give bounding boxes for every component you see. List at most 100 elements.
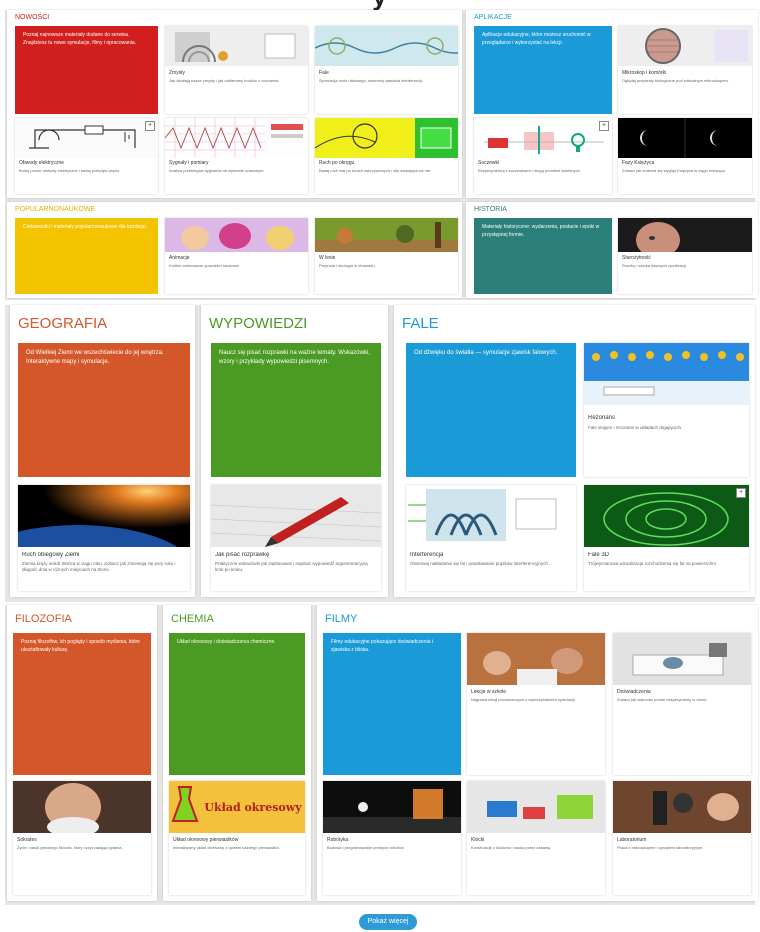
card-title: Obwody elektryczne <box>19 160 65 166</box>
card-desc: Krótkie animowane opowieści naukowe. <box>169 263 240 268</box>
card-wypowiedzi-1[interactable]: Jak pisać rozprawkę Praktyczne wskazówki… <box>211 485 381 591</box>
card-chemia-1[interactable]: Układ okresowy Układ okresowy pierwiastk… <box>169 781 305 895</box>
green-rings-icon: + <box>584 485 749 547</box>
intro-historia[interactable]: Materiały historyczne: wydarzenia, posta… <box>474 218 612 294</box>
statue-face-icon <box>618 218 752 252</box>
card-title: Fale 3D <box>588 552 610 558</box>
interference-demo-icon <box>406 485 576 547</box>
panel-title-popularnonaukowe[interactable]: POPULARNONAUKOWE <box>15 206 95 213</box>
card-filmy-1[interactable]: Lekcje w szkole Nagrania lekcji prowadzo… <box>467 633 605 775</box>
card-popularnonaukowe-2[interactable]: W lesie Przyroda i ekologia w obrazach. <box>315 218 458 294</box>
intro-fale[interactable]: Od dźwięku do światła — symulacje zjawis… <box>406 343 576 477</box>
cartoon-icon <box>165 218 308 252</box>
card-nowosci-1[interactable]: Zmysły Jak działają nasze zmysły i jak o… <box>165 26 308 114</box>
panel-title-aplikacje[interactable]: APLIKACJE <box>474 14 512 21</box>
intro-geografia[interactable]: Od Wielkiej Ziemi we wszechświecie do je… <box>18 343 190 477</box>
card-nowosci-4[interactable]: Sygnały i pomiary Analiza przebiegów syg… <box>165 118 308 194</box>
card-title: Doświadczenia <box>617 689 651 695</box>
panel-nowosci: NOWOŚCI Poznaj najnowsze materiały dodan… <box>7 10 462 198</box>
moon-phases-icon <box>618 118 752 158</box>
card-aplikacje-3[interactable]: Fazy Księżyca Zobacz jak zmienia się wyg… <box>618 118 752 194</box>
card-desc: Ziemia krąży wokół Słońca w ciągu roku. … <box>22 561 176 573</box>
card-title: W lesie <box>319 255 336 261</box>
card-title: Ruch obiegowy Ziemi <box>22 552 80 558</box>
card-filmy-4[interactable]: Klocki Konstrukcje z klocków i nauka prz… <box>467 781 605 895</box>
forest-scene-icon <box>315 218 458 252</box>
intro-aplikacje[interactable]: Aplikacje edukacyjne, które możesz uruch… <box>474 26 612 114</box>
panel-title-filozofia[interactable]: FILOZOFIA <box>15 613 72 625</box>
intro-chemia[interactable]: Układ okresowy i doświadczenia chemiczne… <box>169 633 305 775</box>
top-heading-fragment: y <box>0 0 760 10</box>
card-nowosci-5[interactable]: Ruch po okręgu Badaj ruch ciał po torach… <box>315 118 458 194</box>
panel-title-filmy[interactable]: FILMY <box>325 613 357 625</box>
circuit-icon: + <box>15 118 158 158</box>
show-more-button[interactable]: Pokaż więcej <box>359 914 417 930</box>
card-title: Mikroskop i komórki <box>622 70 667 76</box>
row-2: GEOGRAFIA Od Wielkiej Ziemi we wszechświ… <box>5 305 755 602</box>
lab-work-icon <box>613 633 751 685</box>
panel-title-wypowiedzi[interactable]: WYPOWIEDZI <box>209 315 307 332</box>
panel-filmy: FILMY Filmy edukacyjne pokazujące doświa… <box>317 605 758 901</box>
robot-parts-icon <box>323 781 461 833</box>
card-title: Starożytność <box>622 255 651 261</box>
panel-chemia: CHEMIA Układ okresowy i doświadczenia ch… <box>163 605 311 901</box>
card-title: Sokrates <box>17 837 37 843</box>
card-fale-3d[interactable]: + Fale 3D Trójwymiarowa wizualizacja roz… <box>584 485 749 591</box>
card-historia-1[interactable]: Starożytność Rzeźby i sztuka dawnych cyw… <box>618 218 752 294</box>
card-title: Animacje <box>169 255 190 261</box>
card-title: Układ okresowy pierwiastków <box>173 837 239 843</box>
panel-title-geografia[interactable]: GEOGRAFIA <box>18 315 107 332</box>
card-nowosci-2[interactable]: Fale Symulacja ruchu falowego, obserwuj … <box>315 26 458 114</box>
optics-icon: + <box>474 118 612 158</box>
panel-title-nowosci[interactable]: NOWOŚCI <box>15 14 49 21</box>
intro-nowosci[interactable]: Poznaj najnowsze materiały dodane do ser… <box>15 26 158 114</box>
card-title: Zmysły <box>169 70 185 76</box>
card-desc: Fale stojące i rezonans w układach drgaj… <box>588 425 683 430</box>
card-desc: Rzeźby i sztuka dawnych cywilizacji. <box>622 263 687 268</box>
card-filmy-3[interactable]: Robotyka Budowa i programowanie prostych… <box>323 781 461 895</box>
intro-wypowiedzi[interactable]: Naucz się pisać rozprawki na ważne temat… <box>211 343 381 477</box>
card-desc: Praktyczne wskazówki jak zaplanować i na… <box>215 561 368 573</box>
card-title: Sygnały i pomiary <box>169 160 209 166</box>
card-desc: Życie i nauki greckiego filozofa, który … <box>17 845 123 850</box>
pen-paper-icon <box>211 485 381 547</box>
card-desc: Oglądaj preparaty biologiczne pod wirtua… <box>622 78 729 83</box>
card-filmy-2[interactable]: Doświadczenia Zobacz jak wykonać proste … <box>613 633 751 775</box>
card-title: Interferencja <box>410 552 444 558</box>
card-title: Rezonans <box>588 415 616 421</box>
card-filozofia-1[interactable]: Sokrates Życie i nauki greckiego filozof… <box>13 781 151 895</box>
panel-title-chemia[interactable]: CHEMIA <box>171 613 214 625</box>
circle-motion-icon <box>315 118 458 158</box>
periodic-table-image-text: Układ okresowy <box>204 801 302 814</box>
panel-title-historia[interactable]: HISTORIA <box>474 206 507 213</box>
card-desc: Zobacz jak zmienia się wygląd Księżyca w… <box>622 168 726 173</box>
card-aplikacje-2[interactable]: + Soczewki Eksperymentuj z soczewkami i … <box>474 118 612 194</box>
card-fale-rezonans[interactable]: Rezonans Fale stojące i rezonans w układ… <box>584 343 749 477</box>
row-1: NOWOŚCI Poznaj najnowsze materiały dodan… <box>5 10 758 300</box>
card-desc: Zobacz jak wykonać proste eksperymenty w… <box>617 697 708 702</box>
panel-historia: HISTORIA Materiały historyczne: wydarzen… <box>466 202 758 298</box>
card-aplikacje-1[interactable]: Mikroskop i komórki Oglądaj preparaty bi… <box>618 26 752 114</box>
card-desc: Obserwuj nakładanie się fal i powstawani… <box>410 561 550 566</box>
card-geografia-1[interactable]: Ruch obiegowy Ziemi Ziemia krąży wokół S… <box>18 485 190 591</box>
expand-icon[interactable]: + <box>599 121 609 131</box>
card-desc: Jak działają nasze zmysły i jak odbieram… <box>169 78 280 83</box>
card-nowosci-3[interactable]: + Obwody elektryczne Buduj proste obwody… <box>15 118 158 194</box>
card-title: Soczewki <box>478 160 500 166</box>
intro-filozofia[interactable]: Poznaj filozofów, ich poglądy i sposób m… <box>13 633 151 775</box>
intro-filmy[interactable]: Filmy edukacyjne pokazujące doświadczeni… <box>323 633 461 775</box>
card-title: Fazy Księżyca <box>622 160 655 166</box>
card-title: Fale <box>319 70 329 76</box>
panel-aplikacje: APLIKACJE Aplikacje edukacyjne, które mo… <box>466 10 758 198</box>
intro-popularnonaukowe[interactable]: Ciekawostki i materiały popularnonaukowe… <box>15 218 158 294</box>
panel-fale: FALE Od dźwięku do światła — symulacje z… <box>394 305 755 597</box>
card-filmy-5[interactable]: Laboratorium Praca z mikroskopem i sprzę… <box>613 781 751 895</box>
card-desc: Analiza przebiegów sygnałów na wykresie … <box>169 168 265 173</box>
expand-icon[interactable]: + <box>736 488 746 498</box>
pendulum-row-icon <box>584 343 749 405</box>
card-fale-interferencja[interactable]: Interferencja Obserwuj nakładanie się fa… <box>406 485 576 591</box>
card-popularnonaukowe-1[interactable]: Animacje Krótkie animowane opowieści nau… <box>165 218 308 294</box>
panel-title-fale[interactable]: FALE <box>402 315 439 332</box>
senses-diagram-icon <box>165 26 308 66</box>
expand-icon[interactable]: + <box>145 121 155 131</box>
